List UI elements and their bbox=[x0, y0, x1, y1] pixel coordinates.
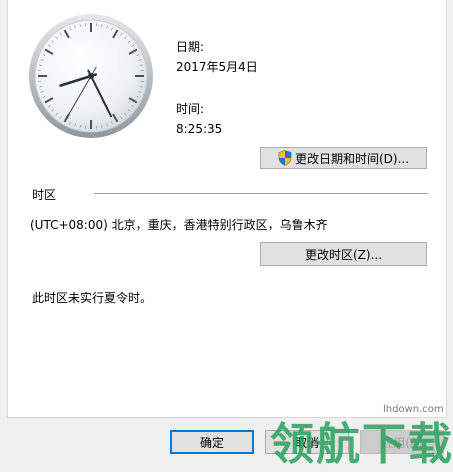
clock-center bbox=[88, 73, 94, 79]
dst-note: 此时区未实行夏令时。 bbox=[32, 289, 152, 306]
timezone-section-label: 时区 bbox=[32, 186, 56, 203]
change-timezone-button[interactable]: 更改时区(Z)... bbox=[260, 242, 427, 266]
change-timezone-label: 更改时区(Z)... bbox=[305, 246, 382, 263]
cancel-label: 取消 bbox=[295, 434, 319, 451]
timezone-value: (UTC+08:00) 北京，重庆，香港特别行政区，乌鲁木齐 bbox=[30, 216, 328, 233]
date-time-tab-panel: 日期: 2017年5月4日 时间: 8:25:35 更改日期和时间(D)... … bbox=[7, 0, 447, 418]
cancel-button[interactable]: 取消 bbox=[265, 430, 349, 454]
time-label: 时间: bbox=[176, 100, 204, 117]
analog-clock bbox=[28, 10, 158, 140]
dialog-button-bar: 确定 取消 应用(A) bbox=[0, 418, 453, 470]
apply-label: 应用(A) bbox=[381, 434, 423, 451]
time-value: 8:25:35 bbox=[176, 122, 222, 136]
ok-label: 确定 bbox=[200, 434, 224, 451]
apply-button[interactable]: 应用(A) bbox=[360, 430, 444, 454]
timezone-divider bbox=[94, 193, 428, 194]
change-datetime-label: 更改日期和时间(D)... bbox=[295, 150, 409, 167]
date-label: 日期: bbox=[176, 38, 204, 55]
change-datetime-button[interactable]: 更改日期和时间(D)... bbox=[260, 147, 427, 169]
date-value: 2017年5月4日 bbox=[176, 58, 258, 75]
uac-shield-icon bbox=[278, 150, 292, 166]
ok-button[interactable]: 确定 bbox=[170, 430, 254, 454]
